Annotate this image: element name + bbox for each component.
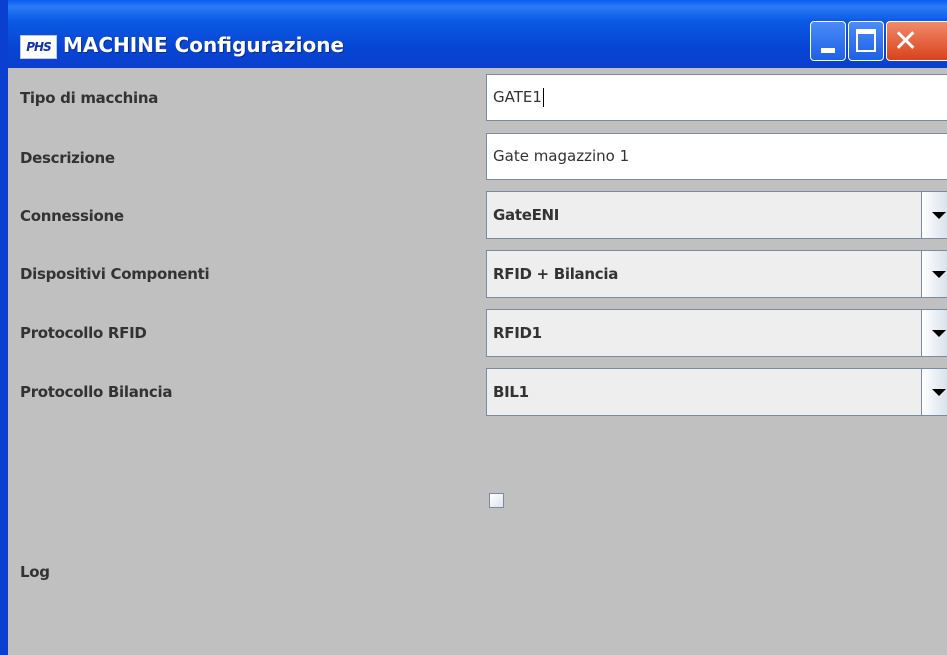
maximize-button[interactable]: [848, 21, 884, 61]
dispositivi-componenti-label: Dispositivi Componenti: [20, 265, 210, 283]
protocollo-rfid-selected-value: RFID1: [493, 324, 542, 342]
protocollo-rfid-dropdown-button[interactable]: [921, 310, 947, 356]
connessione-dropdown-button[interactable]: [921, 192, 947, 238]
close-icon: ✕: [893, 24, 919, 59]
dispositivi-selected-value: RFID + Bilancia: [493, 265, 619, 283]
connessione-select[interactable]: GateENI: [486, 191, 947, 239]
protocollo-bilancia-dropdown-button[interactable]: [921, 369, 947, 415]
descrizione-input[interactable]: Gate magazzino 1: [486, 133, 947, 180]
window-title: MACHINE Configurazione: [63, 33, 345, 57]
chevron-down-icon: [932, 271, 946, 278]
dispositivi-dropdown-button[interactable]: [921, 251, 947, 297]
dispositivi-componenti-select[interactable]: RFID + Bilancia: [486, 250, 947, 298]
connessione-label: Connessione: [20, 207, 124, 225]
close-button[interactable]: ✕: [886, 21, 947, 61]
protocollo-bilancia-selected-value: BIL1: [493, 383, 529, 401]
minimize-button[interactable]: [810, 21, 846, 61]
maximize-icon: [856, 29, 876, 52]
protocollo-bilancia-select[interactable]: BIL1: [486, 368, 947, 416]
chevron-down-icon: [932, 389, 946, 396]
descrizione-value: Gate magazzino 1: [493, 147, 630, 165]
chevron-down-icon: [932, 212, 946, 219]
protocollo-rfid-label: Protocollo RFID: [20, 324, 147, 342]
text-caret: [542, 88, 544, 107]
minimize-icon: [821, 48, 835, 53]
log-checkbox[interactable]: [489, 493, 504, 508]
descrizione-label: Descrizione: [20, 149, 115, 167]
chevron-down-icon: [932, 330, 946, 337]
tipo-macchina-label: Tipo di macchina: [20, 89, 159, 107]
title-bar[interactable]: PHS MACHINE Configurazione ✕: [8, 0, 947, 68]
form-panel: Tipo di macchina GATE1 Descrizione Gate …: [8, 68, 947, 655]
tipo-macchina-input[interactable]: GATE1: [486, 74, 947, 121]
protocollo-rfid-select[interactable]: RFID1: [486, 309, 947, 357]
connessione-selected-value: GateENI: [493, 206, 560, 224]
protocollo-bilancia-label: Protocollo Bilancia: [20, 383, 173, 401]
application-window: PHS MACHINE Configurazione ✕ Tipo di mac…: [0, 0, 947, 655]
phs-logo-icon: PHS: [20, 35, 57, 59]
phs-logo-text: PHS: [26, 40, 51, 54]
tipo-macchina-value: GATE1: [493, 88, 542, 106]
log-label: Log: [20, 563, 50, 581]
